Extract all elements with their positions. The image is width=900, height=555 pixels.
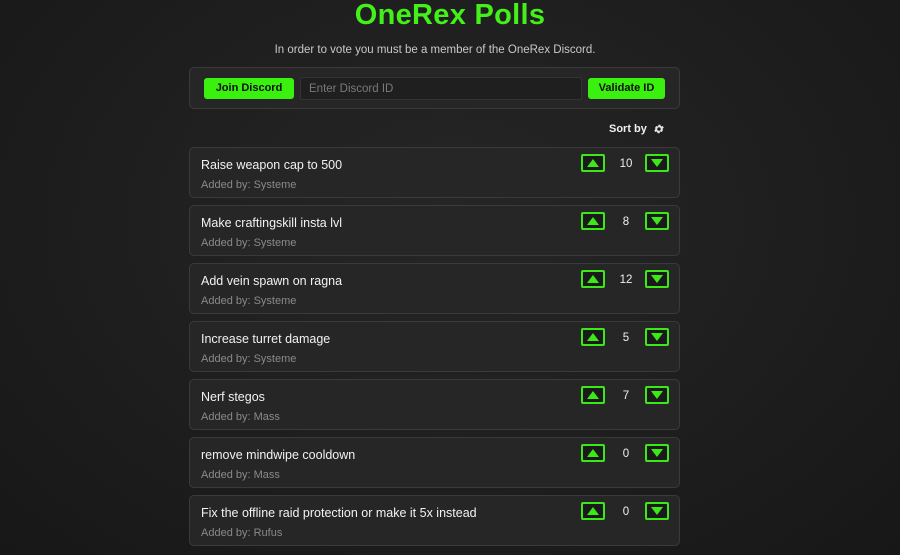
upvote-button[interactable]	[581, 270, 605, 288]
poll-card: Raise weapon cap to 500 Added by: System…	[189, 147, 680, 198]
upvote-button[interactable]	[581, 154, 605, 172]
poll-author: Added by: Mass	[201, 469, 280, 481]
poll-title: Raise weapon cap to 500	[201, 158, 343, 172]
poll-author: Added by: Rufus	[201, 527, 283, 539]
poll-card: Make craftingskill insta lvl Added by: S…	[189, 205, 680, 256]
downvote-button[interactable]	[645, 502, 669, 520]
triangle-up-icon	[587, 449, 599, 457]
gear-icon	[653, 123, 665, 135]
triangle-up-icon	[587, 507, 599, 515]
poll-author: Added by: Systeme	[201, 179, 297, 191]
poll-card: remove mindwipe cooldown Added by: Mass …	[189, 437, 680, 488]
validate-id-button[interactable]: Validate ID	[588, 78, 665, 99]
triangle-down-icon	[651, 159, 663, 167]
vote-count: 5	[622, 332, 630, 344]
downvote-button[interactable]	[645, 270, 669, 288]
triangle-up-icon	[587, 217, 599, 225]
triangle-down-icon	[651, 391, 663, 399]
downvote-button[interactable]	[645, 154, 669, 172]
poll-card: Add vein spawn on ragna Added by: System…	[189, 263, 680, 314]
poll-title: Add vein spawn on ragna	[201, 274, 343, 288]
upvote-button[interactable]	[581, 212, 605, 230]
poll-title: Fix the offline raid protection or make …	[201, 506, 477, 520]
triangle-down-icon	[651, 449, 663, 457]
triangle-down-icon	[651, 333, 663, 341]
discord-panel: Join Discord Validate ID	[189, 67, 680, 109]
membership-notice: In order to vote you must be a member of…	[274, 44, 596, 56]
poll-author: Added by: Mass	[201, 411, 280, 423]
sort-label: Sort by	[609, 123, 647, 135]
downvote-button[interactable]	[645, 212, 669, 230]
poll-title: Nerf stegos	[201, 390, 265, 404]
join-discord-button[interactable]: Join Discord	[204, 78, 294, 99]
upvote-button[interactable]	[581, 328, 605, 346]
vote-count: 0	[622, 448, 630, 460]
triangle-down-icon	[651, 217, 663, 225]
poll-author: Added by: Systeme	[201, 237, 297, 249]
triangle-up-icon	[587, 275, 599, 283]
vote-count: 7	[622, 390, 630, 402]
upvote-button[interactable]	[581, 444, 605, 462]
triangle-down-icon	[651, 507, 663, 515]
vote-count: 12	[619, 274, 633, 286]
poll-title: Increase turret damage	[201, 332, 331, 346]
upvote-button[interactable]	[581, 502, 605, 520]
downvote-button[interactable]	[645, 444, 669, 462]
poll-card: Increase turret damage Added by: Systeme…	[189, 321, 680, 372]
poll-card: Nerf stegos Added by: Mass 7	[189, 379, 680, 430]
triangle-up-icon	[587, 391, 599, 399]
triangle-up-icon	[587, 333, 599, 341]
vote-count: 10	[619, 158, 633, 170]
poll-card: Fix the offline raid protection or make …	[189, 495, 680, 546]
poll-author: Added by: Systeme	[201, 295, 297, 307]
poll-title: remove mindwipe cooldown	[201, 448, 356, 462]
vote-count: 0	[622, 506, 630, 518]
page-title: OneRex Polls	[354, 0, 546, 31]
triangle-up-icon	[587, 159, 599, 167]
vote-count: 8	[622, 216, 630, 228]
poll-author: Added by: Systeme	[201, 353, 297, 365]
downvote-button[interactable]	[645, 386, 669, 404]
poll-title: Make craftingskill insta lvl	[201, 216, 343, 230]
downvote-button[interactable]	[645, 328, 669, 346]
triangle-down-icon	[651, 275, 663, 283]
discord-id-input[interactable]	[300, 77, 582, 100]
sort-control[interactable]: Sort by	[609, 122, 665, 136]
upvote-button[interactable]	[581, 386, 605, 404]
